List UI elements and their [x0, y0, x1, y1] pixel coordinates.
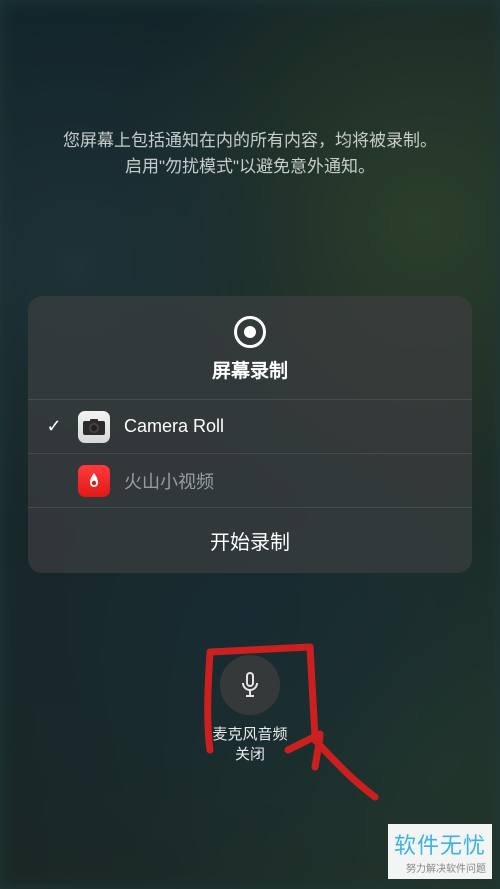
microphone-label: 麦克风音频 关闭 — [212, 725, 287, 766]
camera-roll-icon — [78, 411, 110, 443]
microphone-icon — [238, 671, 262, 699]
destination-option-camera-roll[interactable]: ✓ Camera Roll — [28, 399, 472, 453]
watermark-subtitle: 努力解决软件问题 — [394, 860, 486, 875]
destination-option-huoshan[interactable]: 火山小视频 — [28, 453, 472, 507]
watermark-text: 软件无忧 — [394, 828, 486, 860]
option-label: Camera Roll — [124, 416, 224, 437]
notice-line-2: 启用"勿扰模式"以避免意外通知。 — [30, 154, 470, 180]
watermark: 软件无忧 努力解决软件问题 — [388, 824, 492, 879]
panel-title: 屏幕录制 — [212, 356, 288, 383]
microphone-toggle-button[interactable] — [220, 655, 280, 715]
notice-line-1: 您屏幕上包括通知在内的所有内容，均将被录制。 — [30, 128, 470, 154]
microphone-section: 麦克风音频 关闭 — [0, 655, 500, 766]
huoshan-icon — [78, 465, 110, 497]
screen-recording-panel: 屏幕录制 ✓ Camera Roll 火山小视频 开始录制 — [28, 296, 472, 573]
recording-notice: 您屏幕上包括通知在内的所有内容，均将被录制。 启用"勿扰模式"以避免意外通知。 — [0, 128, 500, 179]
record-icon — [234, 316, 266, 348]
checkmark-icon: ✓ — [44, 416, 64, 437]
panel-header: 屏幕录制 — [28, 296, 472, 399]
option-label: 火山小视频 — [124, 468, 214, 494]
start-recording-button[interactable]: 开始录制 — [28, 507, 472, 573]
